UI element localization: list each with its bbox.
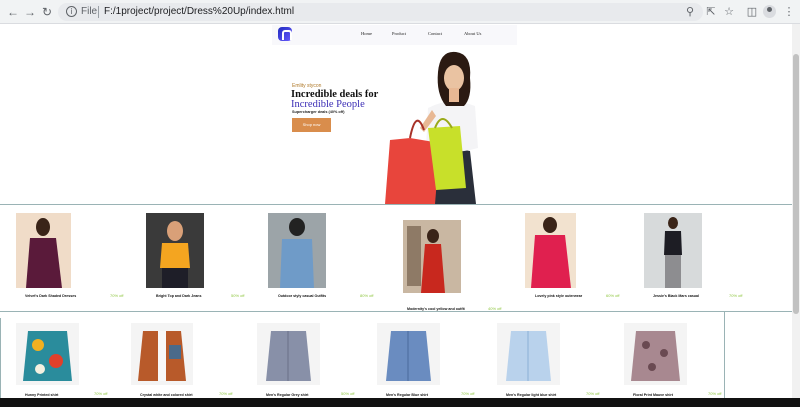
nav-link-contact[interactable]: Contact — [428, 31, 442, 36]
back-arrow-icon[interactable]: ← — [5, 4, 21, 20]
product-discount: 80% off — [360, 293, 374, 298]
reload-icon[interactable]: ↻ — [39, 4, 55, 20]
product-name[interactable]: Crystal white and colored shirt — [140, 393, 193, 397]
share-icon[interactable]: ⇱ — [703, 4, 719, 20]
section-divider — [0, 311, 792, 312]
bookmark-star-icon[interactable]: ☆ — [721, 4, 737, 20]
product-name[interactable]: Men's Regular Grey shirt — [266, 393, 308, 397]
side-panel-icon[interactable]: ◫ — [744, 4, 760, 20]
scroll-thumb[interactable] — [793, 54, 799, 314]
url-text[interactable]: F:/1project/project/Dress%20Up/index.htm… — [104, 6, 294, 17]
product-image[interactable] — [497, 323, 560, 385]
menu-kebab-icon[interactable]: ⋮ — [781, 4, 797, 20]
product-image[interactable] — [16, 323, 79, 385]
product-name[interactable]: Men's Regular light blue shirt — [506, 393, 556, 397]
product-name[interactable]: Outdoor styly casual Outfits — [278, 294, 326, 298]
product-discount: 70% off — [110, 293, 124, 298]
product-discount: 50% off — [231, 293, 245, 298]
taskbar — [0, 398, 800, 407]
product-image[interactable] — [257, 323, 320, 385]
zoom-icon[interactable]: ⚲ — [682, 4, 698, 20]
site-navbar: Home Product Contact About Us — [272, 25, 517, 45]
product-image[interactable] — [525, 213, 576, 288]
vertical-divider — [724, 311, 725, 398]
product-discount: 70% off — [219, 391, 233, 396]
product-image[interactable] — [268, 213, 326, 288]
product-discount: 70% off — [94, 391, 108, 396]
product-image[interactable] — [146, 213, 204, 288]
shop-now-button[interactable]: Shop now — [292, 118, 331, 132]
nav-link-product[interactable]: Product — [392, 31, 406, 36]
product-image[interactable] — [377, 323, 440, 385]
product-image[interactable] — [624, 323, 687, 385]
address-bar[interactable]: i File F:/1project/project/Dress%20Up/in… — [58, 3, 703, 21]
product-name[interactable]: Jessie's Black Mars casual — [653, 294, 699, 298]
product-image[interactable] — [403, 220, 461, 293]
separator — [98, 6, 99, 18]
section-divider — [0, 204, 792, 205]
product-name[interactable]: Hunny Printed shirt — [25, 393, 58, 397]
nav-link-about[interactable]: About Us — [464, 31, 481, 36]
nav-link-home[interactable]: Home — [361, 31, 372, 36]
profile-avatar[interactable] — [763, 5, 776, 18]
product-discount: 70% off — [729, 293, 743, 298]
product-image[interactable] — [644, 213, 702, 288]
product-discount: 50% off — [341, 391, 355, 396]
info-icon[interactable]: i — [66, 6, 77, 17]
vertical-divider — [0, 318, 1, 398]
product-discount: 70% off — [461, 391, 475, 396]
hero-small-text: Supercharger deals (40% off) — [292, 110, 345, 114]
browser-toolbar: ← → ↻ i File F:/1project/project/Dress%2… — [0, 0, 800, 24]
product-discount: 70% off — [586, 391, 600, 396]
product-name[interactable]: Men's Regular Blue shirt — [386, 393, 428, 397]
file-label: File — [81, 6, 98, 17]
hero-model-image — [385, 51, 478, 204]
product-name[interactable]: Bright Top and Dark Jeans — [156, 294, 201, 298]
product-name[interactable]: Floral Print Mauve shirt — [633, 393, 673, 397]
product-name[interactable]: Velvet's Dark Shaded Dresses — [25, 294, 76, 298]
product-image[interactable] — [131, 323, 193, 385]
forward-arrow-icon[interactable]: → — [22, 4, 38, 20]
page-scrollbar[interactable] — [792, 24, 800, 398]
product-discount: 70% off — [708, 391, 722, 396]
product-name[interactable]: Lovely pink style outerwear — [535, 294, 582, 298]
hero-title-line2: Incredible People — [291, 99, 365, 110]
product-discount: 60% off — [606, 293, 620, 298]
brand-logo-icon[interactable] — [278, 27, 292, 41]
product-image[interactable] — [16, 213, 71, 288]
